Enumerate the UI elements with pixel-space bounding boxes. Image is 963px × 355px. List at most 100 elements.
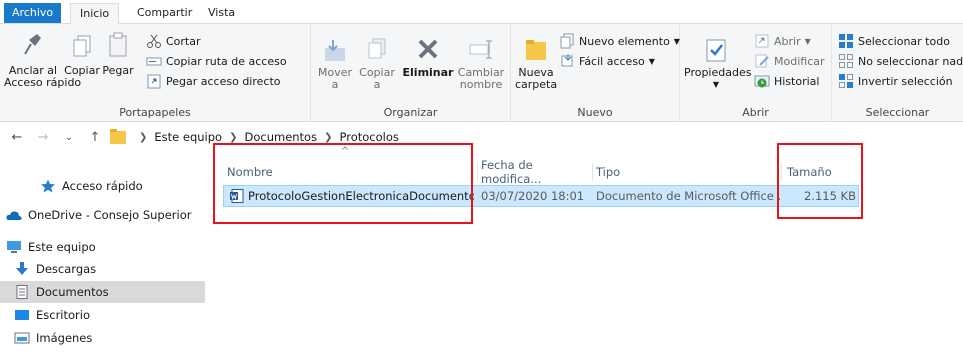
table-row[interactable]: ProtocoloGestionElectronicaDocumentos 03… bbox=[223, 185, 859, 207]
cut-button[interactable]: Cortar bbox=[146, 32, 201, 50]
tab-vista[interactable]: Vista bbox=[199, 3, 244, 23]
breadcrumb-chevron-icon[interactable]: ❯ bbox=[324, 132, 332, 143]
breadcrumb-chevron-icon[interactable]: ❯ bbox=[229, 132, 237, 143]
select-none-icon bbox=[839, 54, 853, 68]
rename-icon bbox=[469, 40, 492, 59]
new-item-dropdown[interactable]: Nuevo elemento ▼ bbox=[559, 32, 680, 50]
group-label-portapapeles: Portapapeles bbox=[119, 106, 191, 119]
select-all-icon bbox=[839, 34, 853, 48]
copy-to-button[interactable]: Copiar a bbox=[357, 36, 397, 91]
history-button[interactable]: Historial bbox=[754, 72, 819, 90]
file-type: Documento de Microsoft Office ... bbox=[596, 189, 782, 203]
open-dropdown[interactable]: Abrir ▼ bbox=[754, 32, 811, 50]
tab-compartir[interactable]: Compartir bbox=[128, 3, 201, 23]
group-label-abrir: Abrir bbox=[742, 106, 769, 119]
select-all-button[interactable]: Seleccionar todo bbox=[838, 32, 950, 50]
column-header-name[interactable]: Nombre bbox=[227, 159, 477, 185]
file-date: 03/07/2020 18:01 bbox=[481, 189, 585, 203]
move-to-icon bbox=[325, 40, 345, 61]
nav-item-onedrive[interactable]: OneDrive - Consejo Superior bbox=[0, 204, 205, 226]
group-label-seleccionar: Seleccionar bbox=[865, 106, 930, 119]
new-folder-button[interactable]: Nueva carpeta bbox=[515, 36, 557, 91]
history-icon bbox=[754, 75, 770, 88]
delete-x-icon bbox=[418, 39, 438, 59]
group-label-nuevo: Nuevo bbox=[577, 106, 613, 119]
download-arrow-icon bbox=[16, 262, 28, 275]
column-header-type[interactable]: Tipo bbox=[596, 159, 776, 185]
move-to-button[interactable]: Mover a bbox=[315, 36, 355, 91]
paste-shortcut-button[interactable]: Pegar acceso directo bbox=[146, 72, 281, 90]
properties-check-icon bbox=[706, 39, 726, 62]
copy-path-icon bbox=[146, 57, 162, 66]
word-document-icon bbox=[230, 189, 244, 203]
delete-button[interactable]: Eliminar bbox=[401, 36, 455, 79]
tab-inicio[interactable]: Inicio bbox=[70, 3, 120, 25]
breadcrumb[interactable]: ❯ Este equipo ❯ Documentos ❯ Protocolos bbox=[110, 128, 399, 144]
column-header-size[interactable]: Tamaño bbox=[787, 159, 857, 185]
copy-path-button[interactable]: Copiar ruta de acceso bbox=[146, 52, 287, 70]
tab-archivo[interactable]: Archivo bbox=[4, 3, 62, 23]
ribbon: Anclar al Acceso rápido Copiar Pegar Cor… bbox=[0, 24, 963, 122]
column-divider[interactable] bbox=[477, 163, 478, 181]
breadcrumb-protocolos[interactable]: Protocolos bbox=[339, 130, 398, 144]
open-icon bbox=[755, 34, 769, 48]
folder-icon bbox=[110, 128, 126, 144]
properties-button[interactable]: Propiedades ▼ bbox=[684, 36, 751, 91]
nav-item-this-pc[interactable]: Este equipo bbox=[0, 236, 205, 258]
column-divider[interactable] bbox=[592, 163, 593, 181]
file-name[interactable]: ProtocoloGestionElectronicaDocumentos bbox=[248, 186, 474, 208]
copy-to-icon bbox=[368, 38, 386, 59]
invert-selection-button[interactable]: Invertir selección bbox=[838, 72, 953, 90]
new-folder-icon bbox=[526, 40, 546, 60]
column-divider[interactable] bbox=[781, 163, 782, 181]
edit-button[interactable]: Modificar bbox=[754, 52, 825, 70]
rename-button[interactable]: Cambiar nombre bbox=[457, 36, 505, 91]
nav-item-downloads[interactable]: Descargas bbox=[0, 258, 205, 280]
document-icon bbox=[16, 285, 28, 299]
back-arrow-icon[interactable]: ← bbox=[8, 130, 26, 145]
paste-shortcut-icon bbox=[147, 74, 161, 89]
group-label-organizar: Organizar bbox=[383, 106, 438, 119]
file-size: 2.115 KB bbox=[803, 189, 856, 203]
new-item-icon bbox=[560, 33, 574, 49]
nav-item-pictures[interactable]: Imágenes bbox=[0, 327, 205, 349]
nav-item-desktop[interactable]: Escritorio bbox=[0, 304, 205, 326]
ribbon-tab-bar: Archivo Inicio Compartir Vista bbox=[0, 0, 963, 25]
invert-selection-icon bbox=[839, 74, 853, 88]
forward-arrow-icon[interactable]: → bbox=[34, 130, 52, 145]
sort-ascending-icon: ^ bbox=[341, 146, 350, 157]
group-seleccionar: Seleccionar todo No seleccionar nada Inv… bbox=[832, 24, 963, 122]
recent-locations-chevron-icon[interactable]: ⌄ bbox=[60, 132, 78, 143]
computer-icon bbox=[7, 241, 21, 253]
star-icon bbox=[41, 179, 55, 193]
cloud-icon bbox=[6, 211, 22, 220]
nav-item-quick-access[interactable]: Acceso rápido bbox=[0, 175, 205, 197]
chevron-down-icon: ▼ bbox=[804, 36, 811, 46]
file-list: ^ Nombre Fecha de modifica... Tipo Tamañ… bbox=[215, 146, 963, 355]
edit-icon bbox=[755, 54, 769, 68]
group-organizar: Mover a Copiar a Eliminar Cambiar nombre bbox=[311, 24, 511, 122]
paste-button[interactable]: Pegar bbox=[100, 30, 136, 77]
pictures-icon bbox=[14, 332, 30, 344]
clipboard-icon bbox=[109, 32, 127, 57]
column-header-date[interactable]: Fecha de modifica... bbox=[481, 158, 591, 186]
easy-access-icon bbox=[561, 54, 573, 67]
select-none-button[interactable]: No seleccionar nada bbox=[838, 52, 963, 70]
pin-quick-access-button[interactable]: Anclar al Acceso rápido bbox=[4, 30, 81, 89]
breadcrumb-este-equipo[interactable]: Este equipo bbox=[154, 130, 222, 144]
nav-item-documents[interactable]: Documentos bbox=[0, 281, 205, 303]
group-portapapeles: Anclar al Acceso rápido Copiar Pegar Cor… bbox=[0, 24, 311, 122]
breadcrumb-chevron-icon[interactable]: ❯ bbox=[139, 132, 147, 143]
address-bar: ← → ⌄ ↑ ❯ Este equipo ❯ Documentos ❯ Pro… bbox=[0, 123, 963, 151]
navigation-pane: Acceso rápido OneDrive - Consejo Superio… bbox=[0, 151, 205, 355]
copy-icon bbox=[73, 35, 91, 57]
up-arrow-icon[interactable]: ↑ bbox=[86, 130, 104, 145]
desktop-icon bbox=[15, 310, 29, 320]
group-abrir: Propiedades ▼ Abrir ▼ Modificar Historia… bbox=[680, 24, 832, 122]
scissors-icon bbox=[147, 34, 161, 48]
copy-button[interactable]: Copiar bbox=[64, 30, 100, 77]
breadcrumb-documentos[interactable]: Documentos bbox=[244, 130, 317, 144]
easy-access-dropdown[interactable]: Fácil acceso ▼ bbox=[559, 52, 655, 70]
group-nuevo: Nueva carpeta Nuevo elemento ▼ Fácil acc… bbox=[511, 24, 680, 122]
chevron-down-icon: ▼ bbox=[712, 80, 720, 89]
